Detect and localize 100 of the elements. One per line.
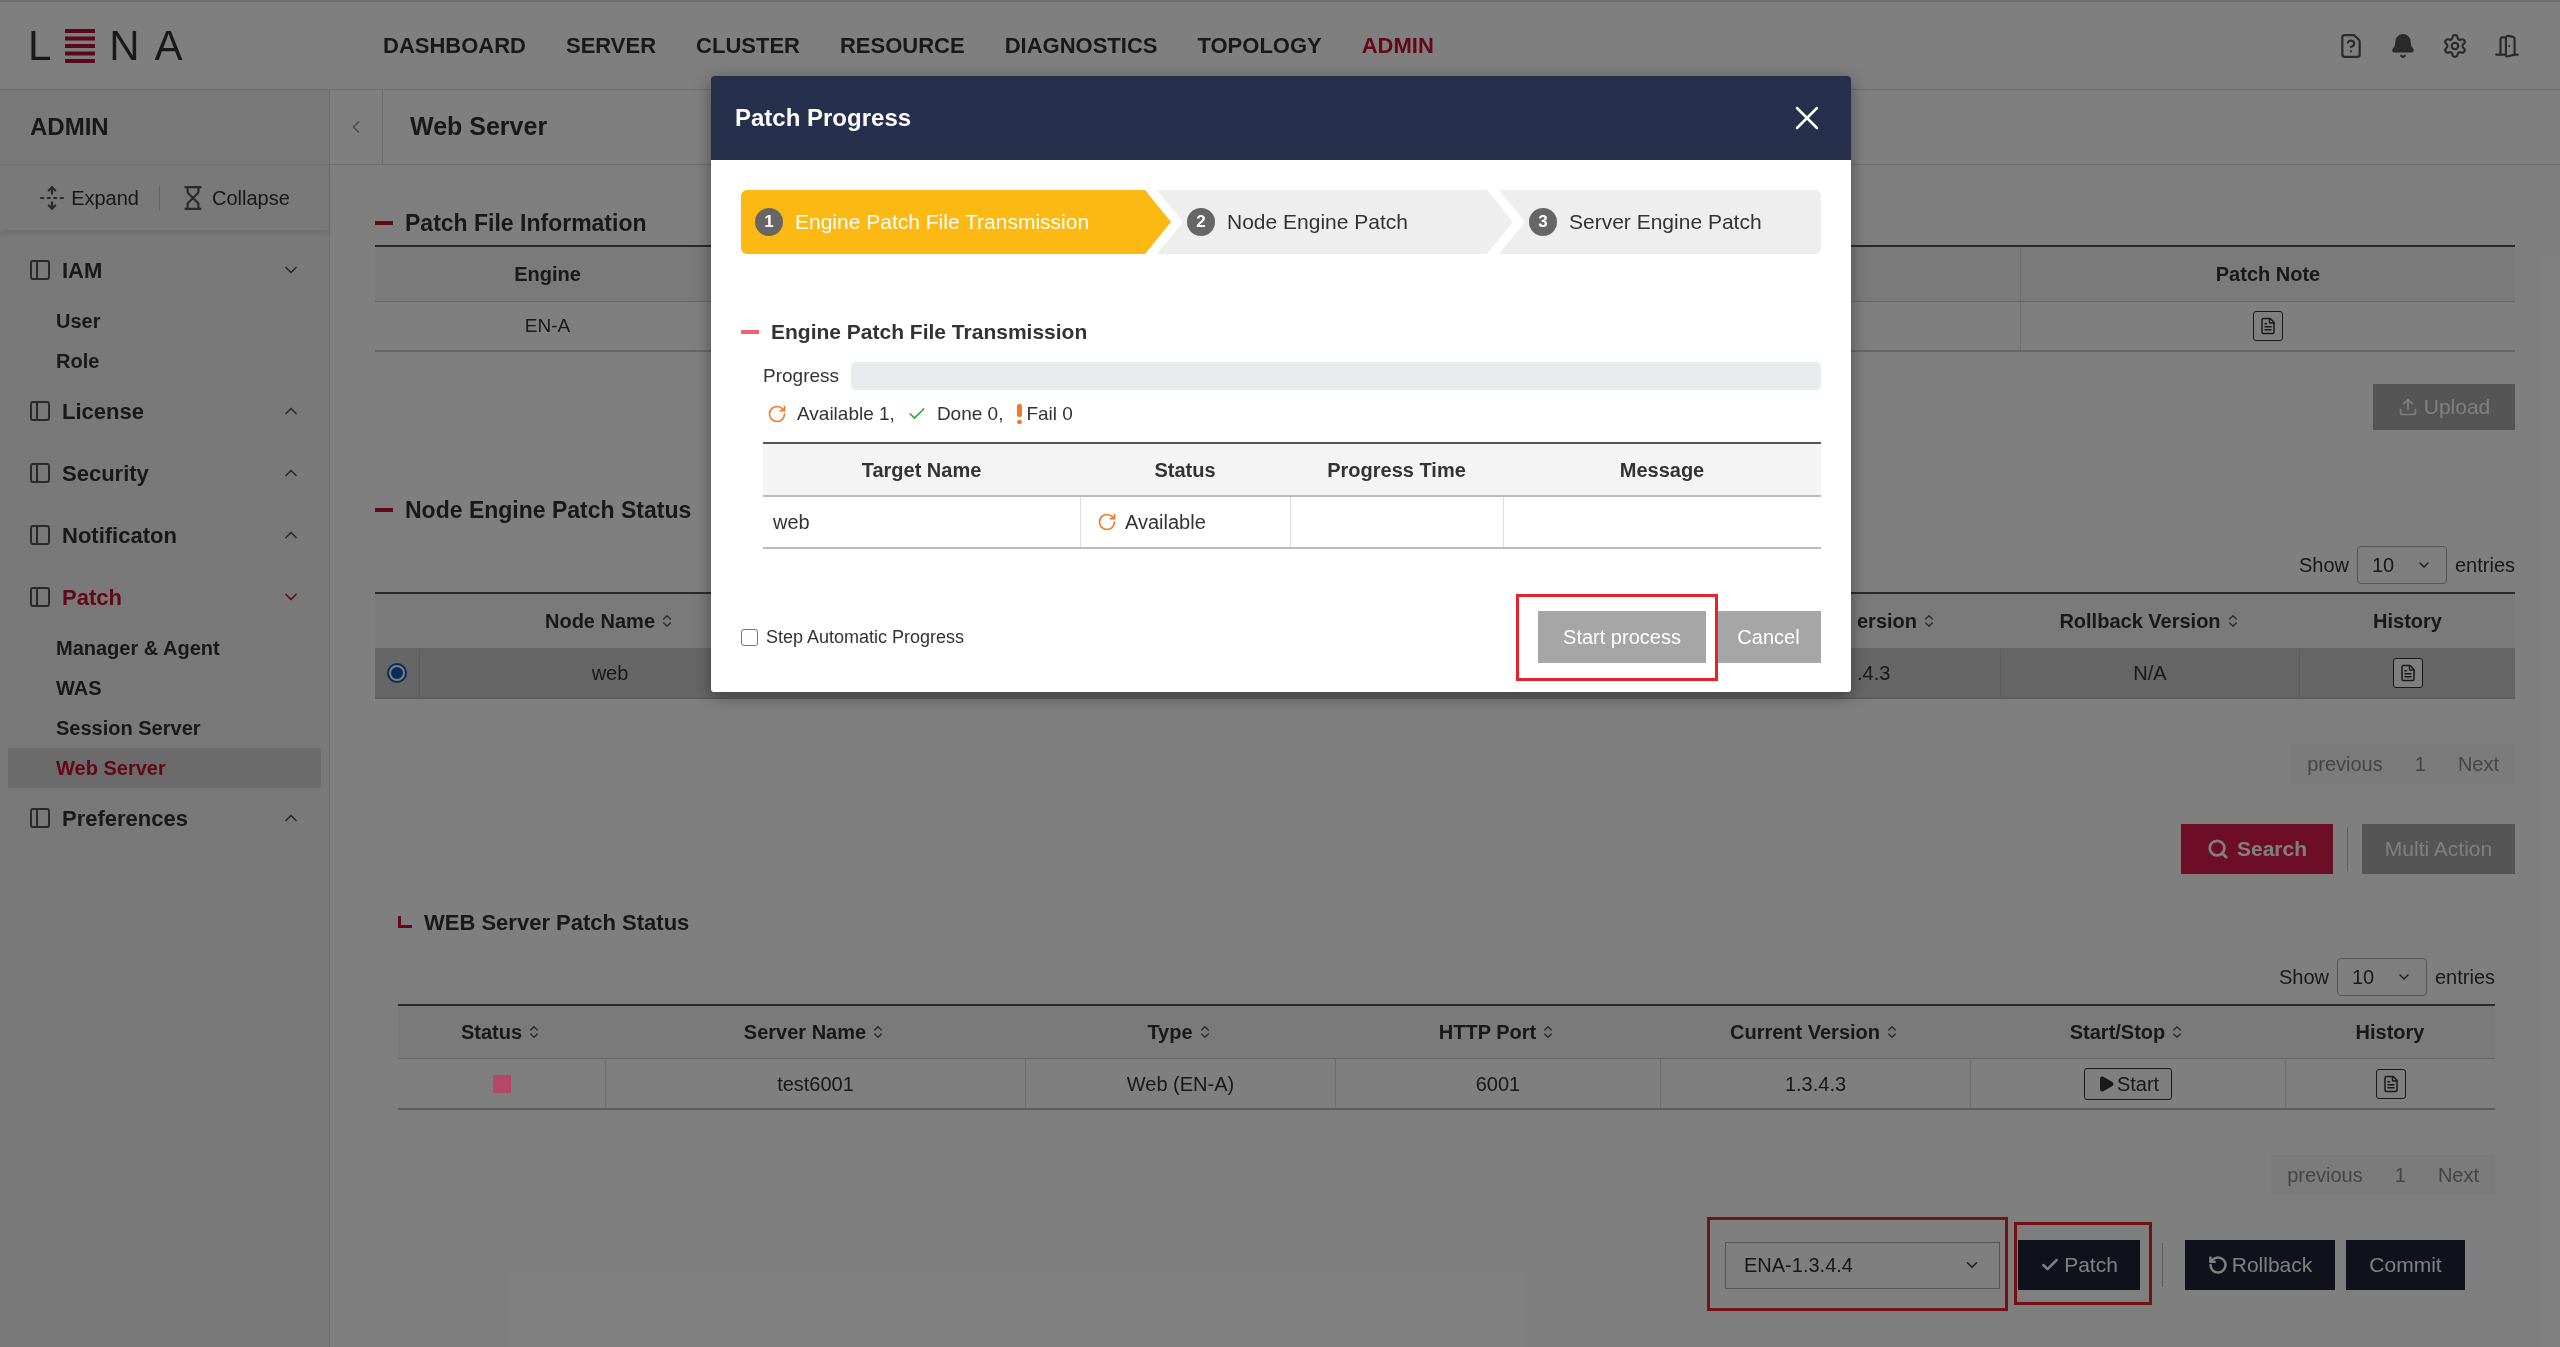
sidebar-item[interactable]: User xyxy=(8,301,321,341)
column-header: Type xyxy=(1147,1020,1193,1045)
panel-icon xyxy=(28,399,52,423)
group-label: IAM xyxy=(62,256,103,285)
door-icon[interactable] xyxy=(2494,32,2520,59)
commit-button[interactable]: Commit xyxy=(2346,1240,2465,1290)
document-icon xyxy=(2398,664,2417,682)
table-cell: 1.3.4.3 xyxy=(1660,1059,1970,1108)
column-header: Engine xyxy=(514,262,581,287)
page-title: Web Server xyxy=(409,111,548,143)
step-number: 1 xyxy=(755,208,783,236)
nav-link[interactable]: TOPOLOGY xyxy=(1197,29,1322,62)
column-header: HTTP Port xyxy=(1438,1020,1537,1045)
nav-link[interactable]: ADMIN xyxy=(1361,29,1434,62)
sidebar-item[interactable]: Web Server xyxy=(8,748,321,788)
column-header: ersion xyxy=(1857,609,1918,634)
checkbox[interactable] xyxy=(741,628,758,646)
help-icon[interactable] xyxy=(2338,32,2364,59)
sidebar-group[interactable]: Security xyxy=(0,447,329,499)
section-title: Node Engine Patch Status xyxy=(405,495,692,525)
column-header: Node Name xyxy=(545,609,655,634)
column-header: History xyxy=(2355,1020,2425,1045)
expand-icon xyxy=(39,184,66,211)
group-label: Security xyxy=(62,459,149,488)
entries-label: entries xyxy=(2434,965,2495,990)
radio-button[interactable] xyxy=(387,663,407,683)
rollback-icon xyxy=(2207,1255,2228,1275)
sidebar-item[interactable]: Session Server xyxy=(8,708,321,748)
dash-icon xyxy=(375,221,393,225)
status-label: Available xyxy=(1125,510,1206,535)
nav-link[interactable]: RESOURCE xyxy=(839,29,965,62)
sidebar-group[interactable]: Notificaton xyxy=(0,509,329,561)
section-title: Engine Patch File Transmission xyxy=(771,319,1088,346)
panel-icon xyxy=(28,806,52,830)
search-icon xyxy=(2206,838,2229,860)
show-label: Show xyxy=(2278,965,2329,990)
expand-button[interactable]: Expand xyxy=(39,182,139,213)
column-header: History xyxy=(2373,609,2442,634)
settings-icon[interactable] xyxy=(2442,32,2468,59)
search-button[interactable]: Search xyxy=(2181,824,2333,874)
bell-icon[interactable] xyxy=(2390,32,2416,59)
panel-icon xyxy=(28,258,52,282)
group-label: Patch xyxy=(62,583,122,612)
rollback-button[interactable]: Rollback xyxy=(2185,1240,2335,1290)
nav-link[interactable]: DIAGNOSTICS xyxy=(1004,29,1158,62)
column-header: Message xyxy=(1619,457,1705,483)
page-size-select[interactable]: 10 xyxy=(2336,958,2427,996)
upload-icon xyxy=(2397,397,2418,417)
panel-icon xyxy=(28,461,52,485)
group-label: Preferences xyxy=(62,804,188,833)
logo-bars-icon xyxy=(65,28,96,63)
step-label: Node Engine Patch xyxy=(1227,209,1408,236)
step-label: Server Engine Patch xyxy=(1569,209,1762,236)
table-cell: test6001 xyxy=(605,1059,1025,1108)
table-cell-text: web xyxy=(590,661,630,686)
dash-icon xyxy=(741,330,759,334)
column-header: Current Version xyxy=(1729,1020,1880,1045)
document-icon xyxy=(2259,317,2277,335)
column-header: Progress Time xyxy=(1327,457,1466,483)
step-label: Engine Patch File Transmission xyxy=(795,209,1090,236)
table-cell-text: EN-A xyxy=(523,313,572,338)
column-header: Target Name xyxy=(861,457,982,483)
refresh-icon xyxy=(1097,512,1117,532)
collapse-button[interactable]: Collapse xyxy=(180,182,290,213)
panel-icon xyxy=(28,585,52,609)
document-button[interactable] xyxy=(2375,1068,2406,1099)
nav-link[interactable]: SERVER xyxy=(566,29,657,62)
count-label: Available 1, xyxy=(797,401,895,426)
document-button[interactable] xyxy=(2253,311,2283,341)
patch-button[interactable]: Patch xyxy=(2018,1240,2140,1290)
sidebar-item[interactable]: Role xyxy=(8,341,321,381)
logo-letter: L xyxy=(28,24,52,67)
sidebar-group[interactable]: IAM xyxy=(0,244,329,296)
section-title: WEB Server Patch Status xyxy=(424,908,690,937)
sidebar-group[interactable]: License xyxy=(0,385,329,437)
sidebar-group[interactable]: Preferences xyxy=(0,792,329,844)
show-label: Show xyxy=(2298,553,2349,578)
sidebar-item[interactable]: WAS xyxy=(8,668,321,708)
count-label: Fail 0 xyxy=(1026,401,1073,426)
section-title: Patch File Information xyxy=(405,208,647,238)
start-button[interactable]: Start xyxy=(2083,1067,2173,1100)
table-cell-text: .4.3 xyxy=(1856,661,1892,686)
document-button[interactable] xyxy=(2392,658,2423,688)
group-label: Notificaton xyxy=(62,521,177,550)
nav-link[interactable]: CLUSTER xyxy=(696,29,800,62)
corner-icon xyxy=(398,916,412,928)
page-size-select[interactable]: 10 xyxy=(2356,546,2447,584)
dash-icon xyxy=(375,508,393,512)
sidebar-item[interactable]: Manager & Agent xyxy=(8,628,321,668)
entries-label: entries xyxy=(2454,553,2515,578)
panel-icon xyxy=(28,523,52,547)
nav-link[interactable]: DASHBOARD xyxy=(383,29,526,62)
cancel-button[interactable]: Cancel xyxy=(1716,611,1821,663)
start-process-button[interactable]: Start process xyxy=(1538,611,1706,663)
sidebar-group[interactable]: Patch xyxy=(0,571,329,623)
step-number: 3 xyxy=(1529,208,1557,236)
dialog-title: Patch Progress xyxy=(735,103,912,133)
column-header: Start/Stop xyxy=(2069,1020,2166,1045)
version-select[interactable]: ENA-1.3.4.4 xyxy=(1725,1241,2000,1289)
logo-letters: NA xyxy=(109,24,198,67)
